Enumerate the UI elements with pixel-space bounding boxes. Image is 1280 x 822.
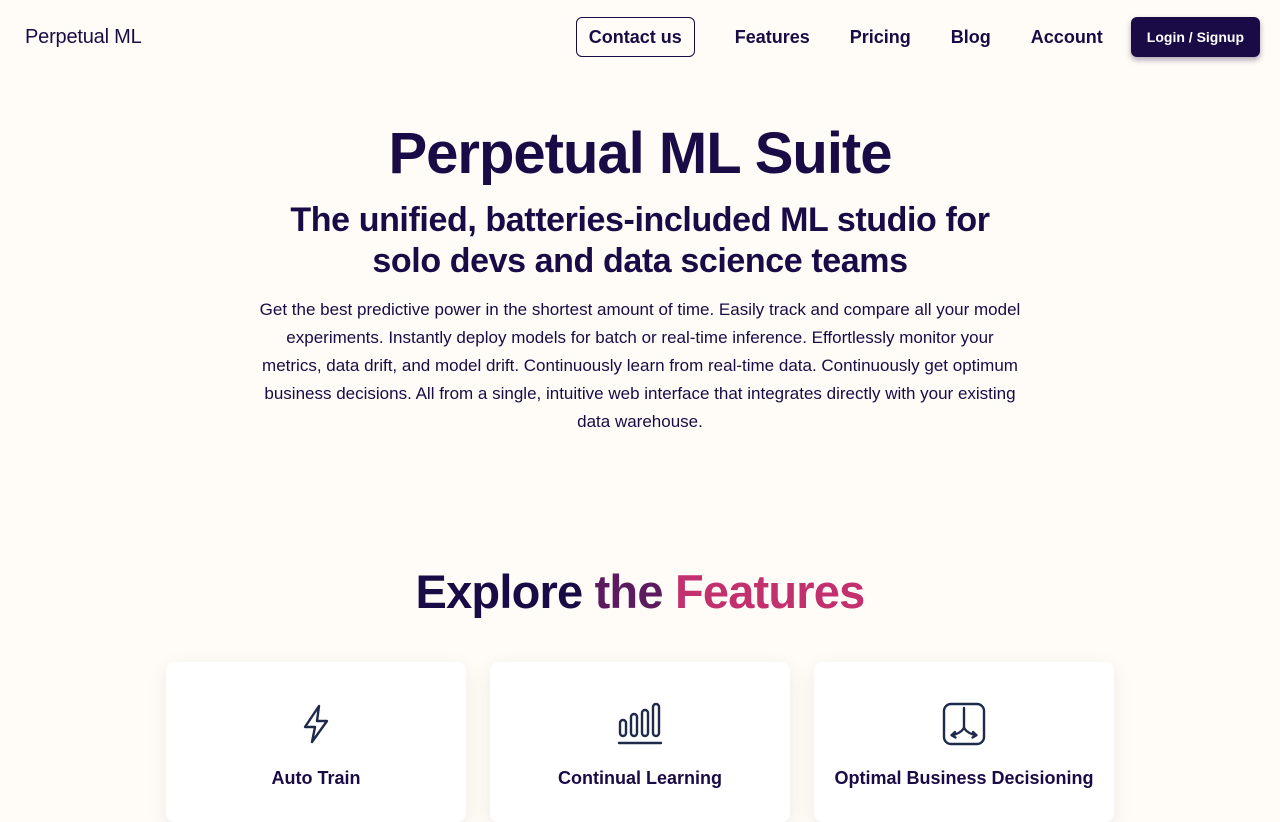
- nav-link-features[interactable]: Features: [735, 27, 810, 48]
- hero-title: Perpetual ML Suite: [388, 121, 892, 186]
- feature-card-optimal-business-decisioning[interactable]: Optimal Business Decisioning: [814, 662, 1114, 822]
- bar-chart-icon: [617, 702, 663, 745]
- feature-card-title: Auto Train: [271, 768, 361, 788]
- nav-link-account[interactable]: Account: [1031, 27, 1103, 48]
- decision-split-icon: [942, 702, 986, 746]
- feature-card-title: Optimal Business Decisioning: [834, 768, 1094, 788]
- feature-card-auto-train[interactable]: Auto Train: [166, 662, 466, 822]
- features-title-word-3: Features: [674, 565, 865, 618]
- top-nav: Contact us Features Pricing Blog Account…: [575, 16, 1260, 58]
- lightning-icon: [303, 704, 329, 744]
- hero-subtitle: The unified, batteries-included ML studi…: [290, 201, 990, 280]
- feature-card-continual-learning[interactable]: Continual Learning: [490, 662, 790, 822]
- features-title-word-1: Explore: [415, 565, 584, 618]
- contact-us-button[interactable]: Contact us: [575, 17, 695, 57]
- nav-link-pricing[interactable]: Pricing: [850, 27, 911, 48]
- login-signup-button[interactable]: Login / Signup: [1130, 17, 1260, 57]
- hero-description: Get the best predictive power in the sho…: [259, 300, 1021, 431]
- hero-section: Perpetual ML Suite The unified, batterie…: [0, 118, 1280, 436]
- feature-card-title: Continual Learning: [558, 768, 722, 788]
- features-title-word-2: the: [594, 565, 664, 618]
- feature-cards: Auto Train Continual Learning Optimal Bu…: [166, 662, 1114, 822]
- brand-logo-text[interactable]: Perpetual ML: [25, 26, 142, 49]
- nav-link-blog[interactable]: Blog: [951, 27, 991, 48]
- features-section-title: Explore the Features: [0, 562, 1280, 622]
